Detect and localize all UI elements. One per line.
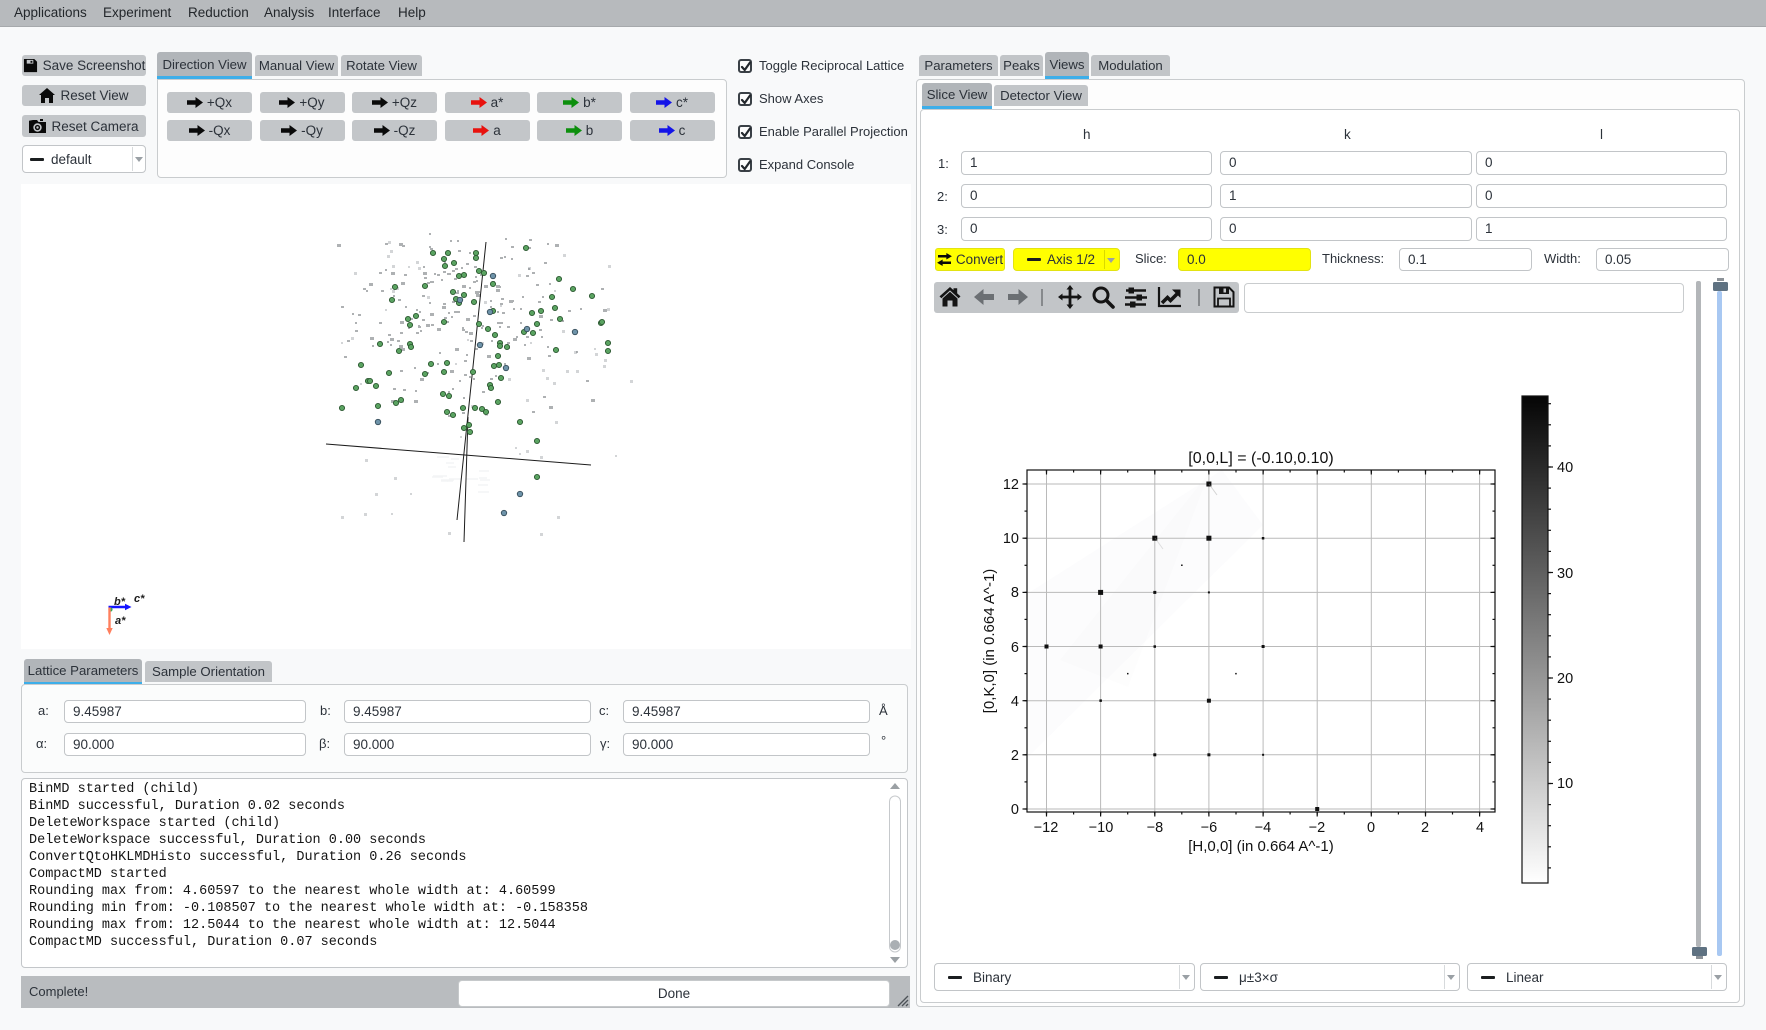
- svg-text:a*: a*: [115, 615, 126, 627]
- svg-text:c*: c*: [134, 593, 145, 605]
- svg-text:b*: b*: [114, 596, 126, 608]
